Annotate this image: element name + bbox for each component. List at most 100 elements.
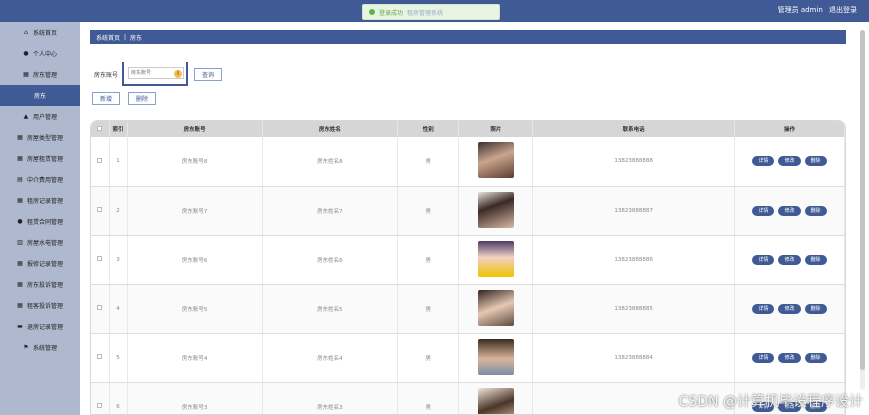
sidebar-item[interactable]: ⌂ 系统首页 <box>0 22 80 43</box>
breadcrumb: 系统首页 | 房东 <box>90 30 846 44</box>
sidebar-item[interactable]: ▦ 房屋租赁管理 <box>0 148 80 169</box>
name-cell: 房东姓名8 <box>262 137 399 187</box>
sidebar-item[interactable]: ▦ 房东投诉管理 <box>0 274 80 295</box>
vertical-scrollbar[interactable] <box>860 30 865 390</box>
row-checkbox[interactable] <box>97 403 103 408</box>
name-cell: 房东姓名6 <box>262 235 399 285</box>
user-area: 管理员 admin 退出登录 <box>774 5 857 15</box>
grid-icon: ▦ <box>17 197 23 204</box>
success-icon <box>369 9 375 15</box>
detail-button[interactable]: 详情 <box>752 254 775 265</box>
actions-cell: 详情 修改 删除 <box>734 235 845 285</box>
landlord-photo <box>477 289 514 326</box>
database-icon: ▤ <box>17 176 23 183</box>
action-buttons: 新增 删除 <box>92 92 157 105</box>
detail-button[interactable]: 详情 <box>752 352 775 363</box>
row-select-cell[interactable] <box>91 137 110 187</box>
sidebar-item[interactable]: ▦ 租客投诉管理 <box>0 295 80 316</box>
phone-cell: 13823888884 <box>532 333 735 383</box>
landlord-photo <box>477 142 514 179</box>
main-content: 系统首页 | 房东 房东账号 I 查询 新增 删除 索引 房东账号 房东姓名 性… <box>80 22 869 415</box>
delete-button[interactable]: 删除 <box>804 352 827 363</box>
account-cell: 房东账号8 <box>127 137 263 187</box>
sidebar-item-label: 退房记录管理 <box>26 324 63 331</box>
name-cell: 房东姓名3 <box>262 382 399 414</box>
column-header: 操作 <box>734 121 845 137</box>
sidebar-item[interactable]: ▥ 房屋水电管理 <box>0 232 80 253</box>
delete-button[interactable]: 删除 <box>804 254 827 265</box>
grid-icon: ▦ <box>17 155 23 162</box>
photo-cell <box>458 235 534 285</box>
sidebar-item[interactable]: ▦ 租房记录管理 <box>0 190 80 211</box>
edit-button[interactable]: 修改 <box>778 352 801 363</box>
toast-text: 登录成功 <box>379 9 404 17</box>
gender-cell: 男 <box>397 235 460 285</box>
name-cell: 房东姓名7 <box>262 186 399 236</box>
row-select-cell[interactable] <box>91 235 110 285</box>
search-box: I <box>122 62 189 86</box>
scrollbar-thumb[interactable] <box>860 30 865 370</box>
delete-button[interactable]: 删除 <box>804 205 827 216</box>
delete-button[interactable]: 删除 <box>804 303 827 314</box>
breadcrumb-separator: | <box>124 33 127 41</box>
grid-icon: ▦ <box>17 260 23 267</box>
detail-button[interactable]: 详情 <box>752 303 775 314</box>
row-select-cell[interactable] <box>91 186 110 236</box>
detail-button[interactable]: 详情 <box>752 205 775 216</box>
toast-extra: 租房管理系统 <box>407 9 444 17</box>
row-select-cell[interactable] <box>91 333 110 383</box>
column-header: 联系电话 <box>532 121 735 137</box>
success-toast: 登录成功 租房管理系统 <box>362 4 500 20</box>
search-button[interactable]: 查询 <box>194 67 223 81</box>
sidebar-item-label: 租客投诉管理 <box>26 303 63 310</box>
chart-icon: ▥ <box>17 239 23 246</box>
row-select-cell[interactable] <box>91 382 110 414</box>
account-cell: 房东账号3 <box>127 382 263 414</box>
sidebar-item-label: 房屋租赁管理 <box>26 156 63 163</box>
edit-button[interactable]: 修改 <box>778 205 801 216</box>
search-label: 房东账号 <box>94 71 119 79</box>
delete-button[interactable]: 删除 <box>804 156 827 167</box>
sidebar-item[interactable]: ▦ 报修记录管理 <box>0 253 80 274</box>
sidebar-item[interactable]: ▤ 中介费用管理 <box>0 169 80 190</box>
batch-delete-button[interactable]: 删除 <box>128 92 157 105</box>
row-select-cell[interactable] <box>91 284 110 334</box>
row-checkbox[interactable] <box>97 305 103 310</box>
gender-cell: 男 <box>397 137 460 187</box>
cursor-icon: I <box>174 70 183 78</box>
table-row: 2 房东账号7 房东姓名7 男 13823888887 详情 修改 删除 <box>91 186 845 236</box>
sidebar-item-label: 个人中心 <box>32 51 57 58</box>
sidebar-item[interactable]: ▦ 房东管理 <box>0 64 80 85</box>
actions-cell: 详情 修改 删除 <box>734 137 845 187</box>
photo-cell <box>458 137 534 187</box>
sidebar-item[interactable]: ● 个人中心 <box>0 43 80 64</box>
sidebar-item[interactable]: ⚑ 系统管理 <box>0 337 80 358</box>
sidebar-item[interactable]: ▲ 用户管理 <box>0 106 80 127</box>
row-checkbox[interactable] <box>97 207 103 212</box>
logout-link[interactable]: 退出登录 <box>829 6 857 14</box>
edit-button[interactable]: 修改 <box>778 254 801 265</box>
select-all-header[interactable] <box>91 121 110 137</box>
sidebar-item[interactable]: ▦ 房屋类型管理 <box>0 127 80 148</box>
gender-cell: 男 <box>397 382 460 414</box>
sidebar-item-label: 系统首页 <box>32 30 57 37</box>
detail-button[interactable]: 详情 <box>752 156 775 167</box>
edit-button[interactable]: 修改 <box>778 156 801 167</box>
row-checkbox[interactable] <box>97 256 103 261</box>
breadcrumb-home[interactable]: 系统首页 <box>96 33 120 42</box>
breadcrumb-current: 房东 <box>130 34 143 42</box>
row-checkbox[interactable] <box>97 354 103 359</box>
user-group-icon: ▲ <box>23 113 29 120</box>
index-cell: 3 <box>109 235 128 285</box>
sidebar-item[interactable]: ● 租赁合同管理 <box>0 211 80 232</box>
sidebar-item[interactable]: ▬ 退房记录管理 <box>0 316 80 337</box>
column-header: 房东账号 <box>127 121 263 137</box>
sidebar-item[interactable]: 房东 <box>0 85 80 106</box>
watermark: CSDN @计算机毕设程序设计 <box>678 394 863 410</box>
landlord-photo <box>477 240 514 277</box>
edit-button[interactable]: 修改 <box>778 303 801 314</box>
row-checkbox[interactable] <box>97 157 103 163</box>
add-button[interactable]: 新增 <box>92 92 121 105</box>
photo-cell <box>458 382 534 414</box>
select-all-checkbox[interactable] <box>97 125 103 131</box>
